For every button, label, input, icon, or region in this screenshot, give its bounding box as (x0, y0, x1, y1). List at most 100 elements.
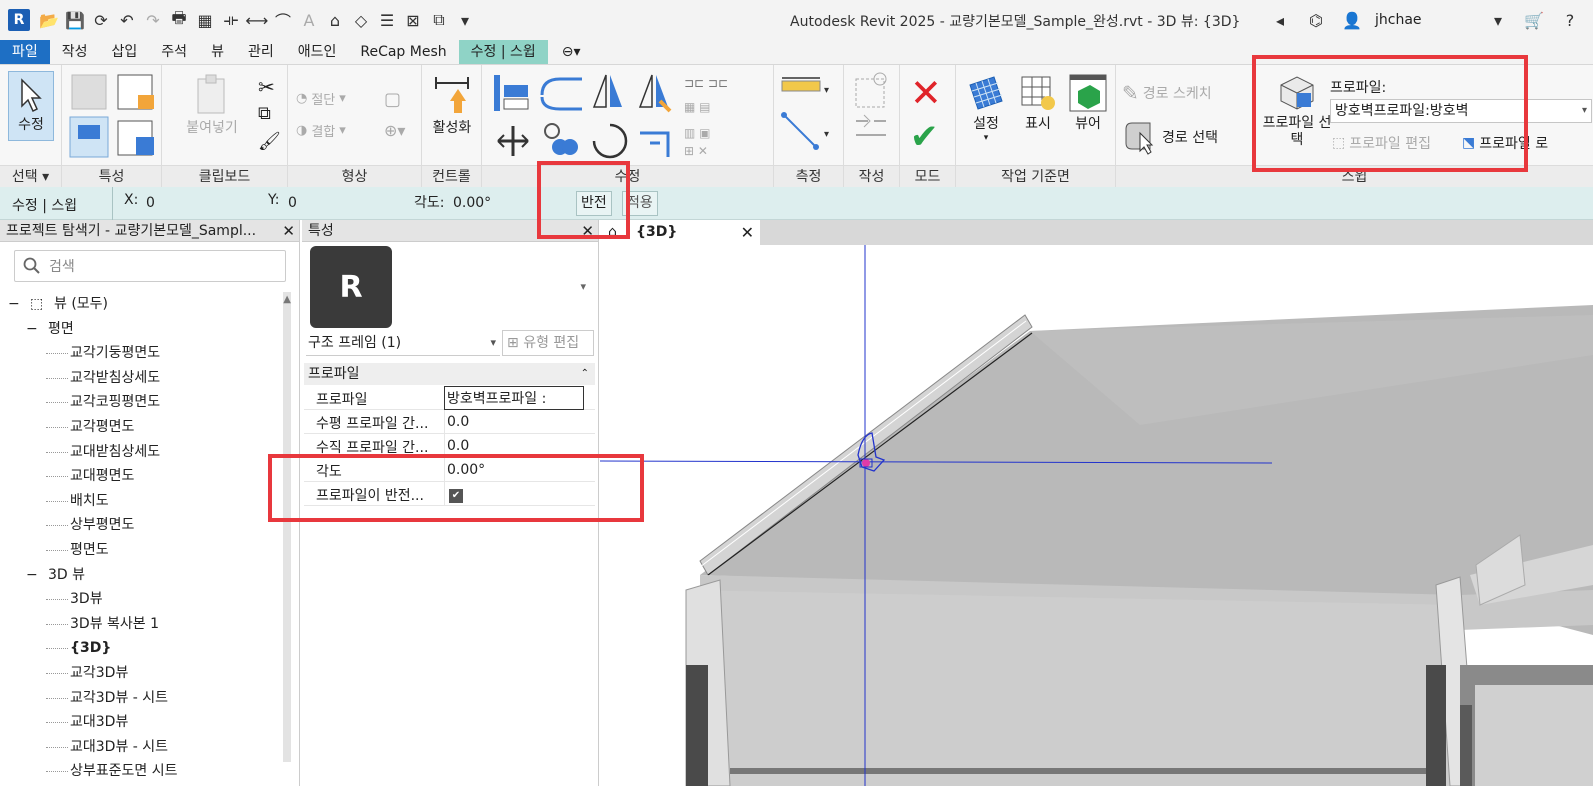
help-icon[interactable]: ? (1557, 7, 1583, 33)
text-icon[interactable]: A (296, 7, 322, 33)
tree-item[interactable]: 교대3D뷰 (0, 710, 285, 735)
browser-search-input[interactable]: 검색 (14, 250, 286, 282)
print-icon[interactable]: 🖶 (166, 7, 192, 33)
tree-item[interactable]: 교각평면도 (0, 415, 285, 440)
sketch-path-button[interactable]: ✎ 경로 스케치 (1122, 81, 1212, 105)
tree-item[interactable]: 교각받침상세도 (0, 366, 285, 391)
scroll-up-icon[interactable]: ▲ (283, 294, 291, 305)
modify-tools-icons[interactable]: ⊐⊏ ⊐⊏ ▦ ▤ ▥ ▣ ⊞ ✕ (490, 71, 770, 161)
pick-path-button[interactable]: 경로 선택 (1122, 119, 1218, 155)
cut-geometry-button[interactable]: ◔ 절단 ▾ (296, 89, 346, 108)
tree-item[interactable]: 교대평면도 (0, 464, 285, 489)
sync-icon[interactable]: ⟳ (88, 7, 114, 33)
revit-logo-icon[interactable]: R (8, 9, 30, 31)
properties-icons[interactable] (68, 71, 156, 159)
wall-join-icon[interactable]: ▢ (384, 89, 401, 110)
tab-addins[interactable]: 애드인 (286, 40, 349, 64)
type-selector-chevron-icon[interactable]: ▾ (580, 280, 586, 293)
match-properties-icon[interactable]: 🖌 (258, 131, 281, 152)
close-hidden-icon[interactable]: ⊠ (400, 7, 426, 33)
tree-item-label: 교각평면도 (70, 418, 135, 435)
tree-item[interactable]: 3D뷰 복사본 1 (0, 612, 285, 637)
tree-item[interactable]: 교대받침상세도 (0, 440, 285, 465)
prop-row: 프로파일 방호벽프로파일 : (304, 386, 595, 410)
user-icon[interactable]: 👤 (1339, 7, 1365, 33)
paint-icon[interactable]: ⊕▾ (384, 121, 405, 140)
dimension-icon[interactable]: ⟷ (244, 7, 270, 33)
open-icon[interactable]: 📂 (36, 7, 62, 33)
viewer-button[interactable]: 뷰어 (1066, 73, 1110, 133)
set-workplane-button[interactable]: 설정 ▾ (964, 73, 1008, 143)
tree-item[interactable]: 평면도 (0, 538, 285, 563)
measure-icon[interactable]: ⟛ (218, 7, 244, 33)
tree-item[interactable]: 교각기둥평면도 (0, 341, 285, 366)
tree-item[interactable]: 교각3D뷰 - 시트 (0, 686, 285, 711)
tree-item[interactable]: 배치도 (0, 489, 285, 514)
tab-file[interactable]: 파일 (0, 40, 50, 64)
tab-architecture[interactable]: 작성 (50, 40, 100, 64)
tab-annotate[interactable]: 주석 (149, 40, 199, 64)
binoculars-icon[interactable]: ⌬ (1303, 7, 1329, 33)
redo-icon[interactable]: ↷ (140, 7, 166, 33)
collapse-toggle-icon[interactable]: − (26, 563, 38, 588)
tree-item[interactable]: {3D} (0, 636, 285, 661)
chevron-left-icon[interactable]: ◂ (1267, 7, 1293, 33)
y-value[interactable]: 0 (288, 195, 297, 211)
collapse-toggle-icon[interactable]: − (26, 317, 38, 342)
finish-mode-button[interactable]: ✔ (910, 117, 939, 157)
create-tools-icons[interactable] (852, 71, 892, 151)
modify-button[interactable]: 수정 (8, 71, 54, 141)
home-3d-icon[interactable]: ⌂ (322, 7, 348, 33)
tab-manage[interactable]: 관리 (236, 40, 286, 64)
thin-lines-icon[interactable]: ☰ (374, 7, 400, 33)
tab-view[interactable]: 뷰 (199, 40, 236, 64)
customize-qa-icon[interactable]: ▾ (452, 7, 478, 33)
activate-button[interactable]: 활성화 (426, 73, 478, 137)
edit-type-button[interactable]: ⊞ 유형 편집 (502, 330, 594, 356)
tab-insert[interactable]: 삽입 (100, 40, 150, 64)
clipboard-panel-label: 클립보드 (162, 165, 287, 187)
chevron-down-icon[interactable]: ▾ (1485, 7, 1511, 33)
close-icon[interactable]: ✕ (741, 220, 754, 245)
cancel-mode-button[interactable]: ✕ (910, 71, 942, 115)
tag-icon[interactable]: ⌒ (270, 7, 296, 33)
tree-item[interactable]: − 평면 (0, 317, 285, 342)
tree-item[interactable]: −3D 뷰 (0, 563, 285, 588)
type-thumbnail[interactable]: R (310, 246, 392, 328)
tree-item[interactable]: − ⬚ 뷰 (모두) (0, 292, 285, 317)
show-workplane-button[interactable]: 표시 (1016, 73, 1060, 133)
copy-icon[interactable]: ⧉ (258, 103, 271, 124)
ribbon-minimize-toggle[interactable]: ⊖▾ (548, 40, 595, 64)
tab-recap-mesh[interactable]: ReCap Mesh (348, 40, 458, 64)
tree-item[interactable]: 상부평면도 (0, 513, 285, 538)
select-panel-label[interactable]: 선택 ▾ (0, 165, 61, 187)
measure-tools-icons[interactable]: ▾ ▾ (780, 75, 840, 155)
save-icon[interactable]: 💾 (62, 7, 88, 33)
cut-icon[interactable]: ✂ (258, 75, 275, 99)
switch-windows-icon[interactable]: ⧉ (426, 7, 452, 33)
paste-button[interactable]: 붙여넣기 (176, 73, 248, 137)
3d-viewport[interactable] (600, 245, 1593, 786)
collapse-toggle-icon[interactable]: − (8, 292, 20, 317)
tree-item[interactable]: 3D뷰 (0, 587, 285, 612)
section-icon[interactable]: ◇ (348, 7, 374, 33)
profile-value-field[interactable]: 방호벽프로파일 : (444, 386, 584, 410)
tree-item[interactable]: 교대3D뷰 - 시트 (0, 735, 285, 760)
angle-value[interactable]: 0.00° (453, 195, 491, 211)
sheet-icon[interactable]: ▦ (192, 7, 218, 33)
browser-scrollbar[interactable] (283, 292, 291, 762)
browser-tree: − ⬚ 뷰 (모두) − 평면 교각기둥평면도 교각받침상세도 교각코핑평면도교각평면도교대받… (0, 292, 285, 784)
instance-filter[interactable]: 구조 프레임 (1) ▾ (306, 330, 500, 356)
join-geometry-button[interactable]: ◑ 결합 ▾ (296, 121, 346, 140)
horizontal-offset-field[interactable]: 0.0 (444, 410, 584, 434)
undo-icon[interactable]: ↶ (114, 7, 140, 33)
cart-icon[interactable]: 🛒 (1521, 7, 1547, 33)
prop-section-profile[interactable]: 프로파일 ⌃ (304, 363, 595, 385)
close-icon[interactable]: ✕ (282, 220, 295, 241)
tree-item[interactable]: 교각코핑평면도 (0, 390, 285, 415)
tab-modify-sweep[interactable]: 수정 | 스윕 (458, 40, 548, 64)
tree-item[interactable]: 상부표준도면 시트 (0, 759, 285, 784)
user-name[interactable]: jhchae (1375, 12, 1475, 28)
x-value[interactable]: 0 (146, 195, 155, 211)
tree-item[interactable]: 교각3D뷰 (0, 661, 285, 686)
